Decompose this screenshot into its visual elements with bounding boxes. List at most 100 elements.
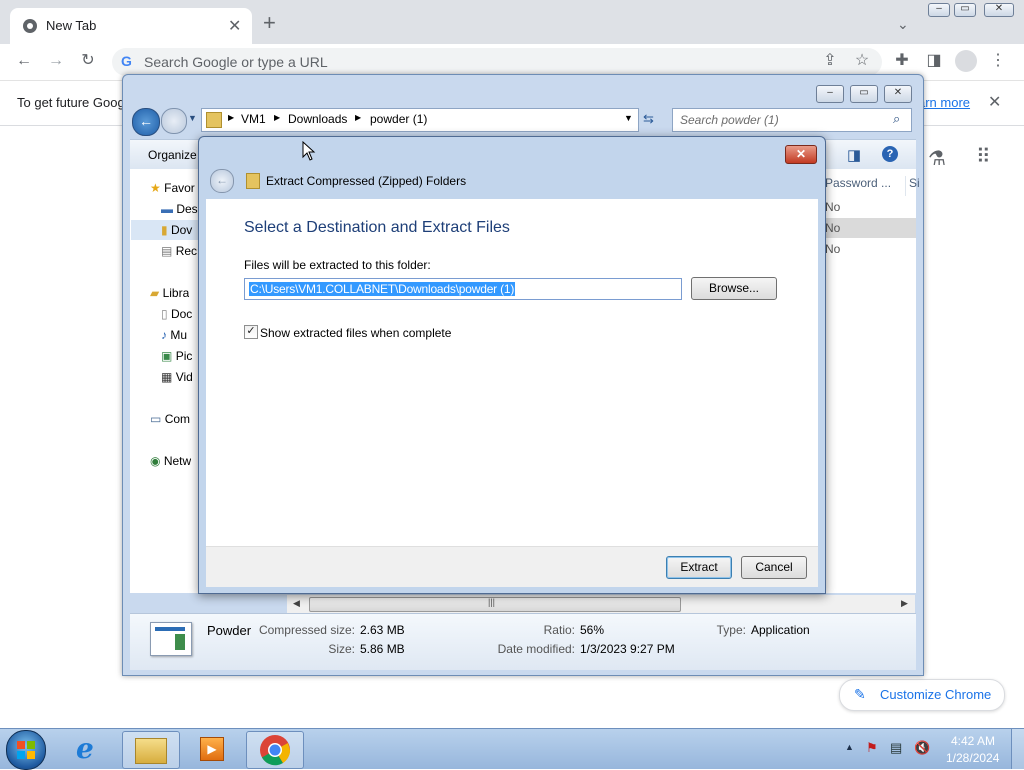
- browse-button[interactable]: Browse...: [691, 277, 777, 300]
- show-files-checkbox[interactable]: ✓: [244, 325, 258, 339]
- omnibox-placeholder: Search Google or type a URL: [144, 54, 328, 70]
- details-pane: Powder Compressed size: 2.63 MB Size: 5.…: [130, 613, 916, 670]
- show-hidden-icons-icon[interactable]: ▲: [845, 742, 854, 752]
- explorer-back-icon[interactable]: ←: [132, 108, 160, 136]
- extensions-icon[interactable]: ✚: [892, 51, 912, 71]
- details-type-value: Application: [751, 623, 810, 637]
- network-status-icon[interactable]: ▤: [890, 740, 902, 756]
- organize-button[interactable]: Organize: [148, 148, 197, 162]
- row-password-value: No: [825, 242, 841, 256]
- refresh-icon[interactable]: ⇆: [643, 111, 654, 127]
- table-row[interactable]: No: [820, 197, 916, 217]
- scrollbar-thumb[interactable]: |||: [309, 597, 681, 612]
- taskbar-windows-explorer[interactable]: [122, 731, 180, 769]
- clock-time[interactable]: 4:42 AM: [951, 734, 995, 748]
- nav-music[interactable]: ♪ Mu: [161, 325, 187, 345]
- documents-icon: ▯: [161, 307, 168, 321]
- nav-pictures-label: Pic: [175, 349, 193, 363]
- chrome-maximize-button[interactable]: ▭: [954, 3, 976, 17]
- nav-libraries[interactable]: ▰ Libra: [150, 283, 189, 303]
- table-row[interactable]: No: [820, 239, 916, 259]
- explorer-close-button[interactable]: ✕: [884, 85, 912, 103]
- share-icon[interactable]: ⇪: [820, 51, 840, 71]
- scroll-right-icon[interactable]: ▶: [901, 598, 908, 609]
- pictures-icon: ▣: [161, 349, 173, 363]
- infobar-learn-more-link[interactable]: arn more: [918, 95, 970, 110]
- taskbar-internet-explorer[interactable]: e: [62, 731, 118, 767]
- infobar-close-icon[interactable]: ✕: [988, 92, 1001, 112]
- chrome-menu-icon[interactable]: ⋮: [988, 51, 1008, 71]
- tab-new-tab[interactable]: New Tab ✕: [10, 8, 252, 44]
- nav-network-label: Netw: [163, 454, 192, 468]
- dialog-back-icon[interactable]: ←: [210, 169, 234, 193]
- nav-desktop[interactable]: ▬ Des: [161, 199, 198, 219]
- address-bar[interactable]: ▶ VM1 ▶ Downloads ▶ powder (1) ▼: [201, 108, 639, 132]
- nav-pictures[interactable]: ▣ Pic: [161, 346, 192, 366]
- extract-button[interactable]: Extract: [666, 556, 732, 579]
- back-arrow-icon[interactable]: ←: [14, 51, 34, 71]
- horizontal-scrollbar[interactable]: ◀ ||| ▶: [287, 595, 915, 613]
- preview-pane-icon[interactable]: ◨: [847, 146, 861, 164]
- new-tab-icon[interactable]: +: [263, 12, 276, 34]
- nav-favorites[interactable]: ★ Favor: [150, 178, 195, 198]
- tab-search-chevron-icon[interactable]: ⌄: [897, 16, 909, 33]
- taskbar: e ▶ ▲ ⚑ ▤ 🔇 4:42 AM 1/28/2024: [0, 728, 1024, 770]
- downloads-folder-icon: ▮: [161, 223, 168, 237]
- taskbar-media-player[interactable]: ▶: [184, 731, 240, 767]
- chrome-close-button[interactable]: ✕: [984, 3, 1014, 17]
- labs-flask-icon[interactable]: ⚗: [928, 146, 946, 171]
- forward-arrow-icon[interactable]: →: [46, 51, 66, 71]
- profile-avatar-icon[interactable]: [955, 50, 977, 72]
- breadcrumb-vm1[interactable]: VM1: [241, 112, 266, 126]
- dialog-close-button[interactable]: ✕: [785, 145, 817, 164]
- table-row[interactable]: No: [820, 218, 916, 238]
- omnibox[interactable]: G Search Google or type a URL: [112, 48, 882, 76]
- reload-icon[interactable]: ↻: [78, 51, 98, 71]
- help-icon[interactable]: ?: [882, 146, 898, 162]
- cancel-button[interactable]: Cancel: [741, 556, 807, 579]
- zip-folder-icon: [246, 173, 260, 189]
- show-desktop-button[interactable]: [1011, 729, 1024, 769]
- scroll-left-icon[interactable]: ◀: [293, 598, 300, 609]
- breadcrumb-downloads[interactable]: Downloads: [288, 112, 347, 126]
- nav-videos[interactable]: ▦ Vid: [161, 367, 193, 387]
- tab-close-icon[interactable]: ✕: [228, 16, 241, 36]
- nav-network[interactable]: ◉ Netw: [150, 451, 191, 471]
- column-header-size[interactable]: Si: [905, 176, 920, 196]
- customize-chrome-button[interactable]: ✎ Customize Chrome: [839, 679, 1005, 711]
- search-placeholder: Search powder (1): [680, 113, 779, 127]
- breadcrumb-separator-icon: ▶: [274, 113, 281, 122]
- nav-downloads[interactable]: ▮ Dov: [131, 220, 208, 240]
- videos-icon: ▦: [161, 370, 173, 384]
- breadcrumb-powder[interactable]: powder (1): [370, 112, 427, 126]
- nav-documents[interactable]: ▯ Doc: [161, 304, 192, 324]
- recent-pages-chevron-icon[interactable]: ▼: [188, 113, 197, 123]
- nav-recent[interactable]: ▤ Rec: [161, 241, 197, 261]
- start-button[interactable]: [6, 730, 46, 770]
- music-icon: ♪: [161, 328, 167, 342]
- bookmark-star-icon[interactable]: ☆: [852, 51, 872, 71]
- application-icon: [150, 622, 192, 656]
- mouse-cursor-icon: [302, 141, 316, 161]
- destination-path-input[interactable]: C:\Users\VM1.COLLABNET\Downloads\powder …: [244, 278, 682, 300]
- nav-downloads-label: Dov: [170, 223, 193, 237]
- details-modified-value: 1/3/2023 9:27 PM: [580, 642, 675, 656]
- row-password-value: No: [825, 221, 841, 235]
- column-header-password[interactable]: Password ...: [825, 176, 891, 190]
- nav-computer[interactable]: ▭ Com: [150, 409, 190, 429]
- chrome-minimize-button[interactable]: –: [928, 3, 950, 17]
- side-panel-icon[interactable]: ◨: [924, 51, 944, 71]
- volume-muted-icon[interactable]: 🔇: [914, 740, 930, 756]
- taskbar-chrome[interactable]: [246, 731, 304, 769]
- google-g-icon: G: [121, 53, 132, 69]
- action-center-icon[interactable]: ⚑: [866, 740, 878, 756]
- dialog-body: Select a Destination and Extract Files F…: [206, 199, 818, 546]
- apps-grid-icon[interactable]: ⠿: [976, 144, 991, 169]
- clock-date[interactable]: 1/28/2024: [946, 751, 999, 765]
- address-dropdown-icon[interactable]: ▼: [624, 113, 633, 123]
- search-input[interactable]: Search powder (1) ⌕: [672, 108, 912, 132]
- explorer-forward-icon[interactable]: [161, 108, 187, 134]
- explorer-maximize-button[interactable]: ▭: [850, 85, 878, 103]
- recent-places-icon: ▤: [161, 244, 173, 258]
- explorer-minimize-button[interactable]: –: [816, 85, 844, 103]
